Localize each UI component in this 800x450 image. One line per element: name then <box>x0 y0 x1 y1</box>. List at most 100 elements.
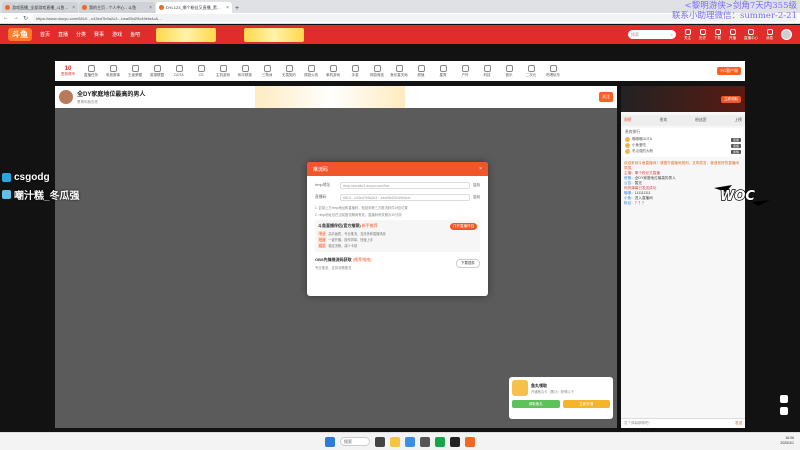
history-icon[interactable]: 历史 <box>699 28 706 41</box>
taskbar-search[interactable]: 搜索 <box>340 437 370 446</box>
checkin-coin[interactable]: 10 签到得币 <box>59 66 77 77</box>
category-label: 星秀 <box>439 72 447 77</box>
back-icon[interactable]: ← <box>3 15 9 21</box>
avatar <box>625 149 630 154</box>
category-item[interactable]: 直播任务 <box>83 64 99 78</box>
scroll-top-icon[interactable] <box>780 407 788 415</box>
rank-row[interactable]: 嘟嘟嘟DOTA 贵族 <box>625 137 741 142</box>
tab-ranking[interactable]: 上榜 <box>734 118 742 123</box>
category-item[interactable]: 吃喝玩乐 <box>545 64 561 78</box>
sidebar-ad[interactable]: 立即领取 <box>621 86 745 112</box>
search-input[interactable]: 搜索 ⌕ <box>628 30 676 39</box>
category-item[interactable]: 王者荣耀 <box>127 64 143 78</box>
browser-tab[interactable]: 游戏直播_全部游戏直播_斗鱼直播 × <box>2 2 78 13</box>
rank-row[interactable]: 小鱼爱吃 贵族 <box>625 143 741 148</box>
streamer-avatar[interactable] <box>59 90 73 104</box>
browser-icon[interactable] <box>405 436 415 447</box>
header-banner[interactable] <box>156 27 217 42</box>
category-item[interactable]: 音乐 <box>501 64 517 78</box>
rtmp-field[interactable]: rtmp://sendtc3.douyu.com/live <box>340 182 470 189</box>
forward-icon[interactable]: → <box>13 15 19 21</box>
tab-vip[interactable]: 贵宾 <box>660 118 668 123</box>
broadcast-icon[interactable]: 开播 <box>729 28 736 41</box>
nav-games[interactable]: 游戏 <box>112 31 122 38</box>
tab-weekly[interactable]: 周榜 <box>624 118 632 123</box>
search-icon[interactable]: ⌕ <box>671 32 673 37</box>
app-icon[interactable] <box>465 436 475 447</box>
app-icon[interactable] <box>435 436 445 447</box>
app-icon[interactable] <box>450 436 460 447</box>
windows-start-icon[interactable] <box>325 436 335 447</box>
category-item[interactable]: 二次元 <box>523 64 539 78</box>
stream-key-field[interactable]: 6810…c43ed7b9a2c3…bea05d29c49efa4c <box>340 194 470 201</box>
category-item[interactable]: 单机游戏 <box>325 64 341 78</box>
category-item[interactable]: 三角洲 <box>259 64 275 78</box>
obs-title-text: OBS先锋推流码获取 <box>315 257 352 262</box>
copy-rtmp-button[interactable]: 复制 <box>473 183 480 188</box>
category-item[interactable]: 颜值 <box>413 64 429 78</box>
header-banner-2[interactable] <box>244 27 305 42</box>
category-item[interactable]: DOTA <box>171 65 187 77</box>
caption-2: 嘲汁糕_冬瓜强 <box>2 187 80 202</box>
follow-button[interactable]: 关注 <box>599 92 613 102</box>
claim-fishball-button[interactable]: 领取鱼丸 <box>512 400 560 408</box>
close-icon[interactable]: × <box>479 166 482 172</box>
category-item[interactable]: 户外 <box>457 64 473 78</box>
close-tab-icon[interactable]: × <box>226 5 229 11</box>
follow-icon[interactable]: 关注 <box>684 28 691 41</box>
taskbar-clock[interactable]: 16:06 2025/3/1 <box>780 436 794 446</box>
category-item[interactable]: 穿越火线 <box>303 64 319 78</box>
task-view-icon[interactable] <box>375 436 385 447</box>
category-item[interactable]: 主机游戏 <box>215 64 231 78</box>
nav-fishbar[interactable]: 鱼吧 <box>130 31 140 38</box>
new-tab-button[interactable]: + <box>235 5 239 12</box>
copy-stream-key-button[interactable]: 复制 <box>473 195 480 200</box>
woc-logo-text: WOC <box>720 189 755 204</box>
message-icon[interactable]: 消息 <box>766 28 773 41</box>
nav-category[interactable]: 分类 <box>76 31 86 38</box>
tab-fans[interactable]: 粉丝团 <box>695 118 706 123</box>
send-button[interactable]: 发送 <box>735 421 742 426</box>
category-item[interactable]: 无畏契约 <box>281 64 297 78</box>
download-plugin-button[interactable]: 下载插件 <box>456 259 480 268</box>
user-avatar[interactable] <box>781 29 792 40</box>
file-explorer-icon[interactable] <box>390 436 400 447</box>
category-item[interactable]: 星秀 <box>435 64 451 78</box>
gift-shortcut-icon[interactable] <box>780 395 788 403</box>
category-label: 无畏契约 <box>282 72 296 77</box>
reload-icon[interactable]: ↻ <box>23 15 28 22</box>
tab-favicon <box>5 5 10 10</box>
browser-tab[interactable]: DYL123_哪个粉丝又直播_黑哥叫… × <box>156 2 232 13</box>
category-item[interactable]: 手游 <box>347 64 363 78</box>
close-tab-icon[interactable]: × <box>72 5 75 11</box>
chat-input[interactable]: 发个弹幕聊聊吧~ 发送 <box>621 418 745 428</box>
chat-user[interactable]: 嘟嘟： <box>624 191 635 195</box>
obs-subtitle: (推荐指南) <box>352 257 372 262</box>
browser-tab[interactable]: 我的主页 - 个人中心 - 斗鱼 × <box>79 2 155 13</box>
chat-sidebar: 立即领取 周榜 贵宾 粉丝团 上榜 贵宾排行 嘟嘟嘟DOTA 贵族 小鱼爱吃 贵族 … <box>621 86 745 428</box>
chat-user[interactable]: 公告： <box>624 181 635 185</box>
category-item[interactable]: CS <box>193 65 209 77</box>
nav-events[interactable]: 赛事 <box>94 31 104 38</box>
nav-live[interactable]: 直播 <box>58 31 68 38</box>
store-icon[interactable] <box>420 436 430 447</box>
chat-user[interactable]: 小鱼： <box>624 196 635 200</box>
activate-button[interactable]: 立即开通 <box>562 400 610 408</box>
rank-row[interactable]: 冬瓜强的大粉 贵族 <box>625 149 741 154</box>
live-center-icon[interactable]: 直播中心 <box>744 28 758 41</box>
close-tab-icon[interactable]: × <box>149 5 152 11</box>
category-item[interactable]: 鱼乐星天地 <box>390 64 408 78</box>
download-icon[interactable]: 下载 <box>714 28 721 41</box>
open-assistant-button[interactable]: 打开直播伴侣 <box>450 223 477 230</box>
site-logo[interactable]: 斗鱼 <box>8 28 32 41</box>
category-item[interactable]: 科技 <box>479 64 495 78</box>
chat-user[interactable]: 房管： <box>624 176 635 180</box>
pc-client-button[interactable]: PC客户端 <box>717 67 741 75</box>
category-item[interactable]: 英雄联盟 <box>149 64 165 78</box>
chat-user[interactable]: 粉丝： <box>624 201 635 205</box>
ad-claim-button[interactable]: 立即领取 <box>721 95 741 103</box>
category-item[interactable]: 和平精英 <box>237 64 253 78</box>
category-item[interactable]: 电竞赛事 <box>105 64 121 78</box>
nav-home[interactable]: 首页 <box>40 31 50 38</box>
category-item[interactable]: 网游竞技 <box>369 64 385 78</box>
